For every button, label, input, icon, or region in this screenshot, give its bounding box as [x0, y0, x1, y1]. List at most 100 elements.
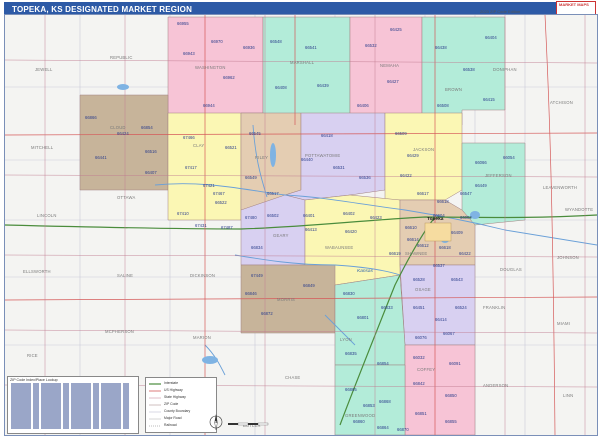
zip-label: 66970	[211, 39, 223, 44]
county-label: MARION	[193, 335, 211, 340]
zip-label: 66865	[345, 387, 357, 392]
zip-label: 66548	[270, 39, 282, 44]
zip-label: 66441	[95, 155, 107, 160]
zip-label: 66067	[443, 331, 455, 336]
map-canvas[interactable]: JEWELL REPUBLIC WASHINGTON MARSHALL NEMA…	[4, 14, 598, 436]
zip-label: 66408	[275, 85, 287, 90]
zip-label: 66439	[317, 83, 329, 88]
zip-label: 66618	[437, 199, 449, 204]
zip-label: 66619	[389, 251, 401, 256]
zip-label: 66854	[141, 125, 153, 130]
zip-label: 66402	[343, 211, 355, 216]
zip-label: 66549	[245, 175, 257, 180]
county-label: WASHINGTON	[195, 65, 226, 70]
county-label: RICE	[27, 353, 38, 358]
zip-label: 66066	[475, 160, 487, 165]
zip-label: 66531	[333, 165, 345, 170]
zip-label: 66427	[387, 79, 399, 84]
county-label: CLAY	[193, 143, 205, 148]
zip-label: 66547	[460, 191, 472, 196]
zip-label: 66429	[407, 153, 419, 158]
county-label: DONIPHAN	[493, 67, 517, 72]
zip-label: 66936	[243, 45, 255, 50]
zip-label: 67487	[221, 225, 233, 230]
county-label: OTTAWA	[117, 195, 136, 200]
zip-label: 66524	[455, 305, 467, 310]
zip-label: 66415	[483, 97, 495, 102]
zip-label: 66614	[407, 237, 419, 242]
zip-label: 66532	[365, 43, 377, 48]
county-label: ATCHISON	[550, 100, 573, 105]
county-label: ELLSWORTH	[23, 269, 51, 274]
county-label: LINN	[563, 393, 574, 398]
county-label: JOHNSON	[557, 255, 579, 260]
zip-label: 66032	[413, 355, 425, 360]
county-label: COFFEY	[417, 367, 436, 372]
zip-label: 66846	[245, 291, 257, 296]
county-label: FRANKLIN	[483, 305, 506, 310]
zip-label: 66545	[249, 131, 261, 136]
county-label: JACKSON	[413, 147, 435, 152]
zip-label: 66516	[145, 149, 157, 154]
zip-code-index: ZIP Code Index/Place Lookup	[7, 376, 139, 434]
zip-label: 66537	[433, 263, 445, 268]
zip-label: 66538	[463, 67, 475, 72]
zip-label: 66870	[397, 427, 409, 432]
zip-label: 66451	[413, 305, 425, 310]
zip-label: 67431	[195, 223, 207, 228]
zip-label: 66617	[417, 191, 429, 196]
compass-icon	[209, 414, 223, 431]
zip-label: 66962	[223, 75, 235, 80]
zip-label: 66449	[475, 183, 487, 188]
zip-label: 66541	[305, 45, 317, 50]
zip-label: 66091	[449, 361, 461, 366]
index-table	[11, 383, 129, 429]
zip-label: 66406	[357, 103, 369, 108]
county-label: REPUBLIC	[110, 55, 133, 60]
county-label: NEMAHA	[380, 63, 400, 68]
zip-label: 66522	[215, 200, 227, 205]
scale-bar	[228, 422, 269, 426]
county-label: WYANDOTTE	[565, 207, 594, 212]
zip-label: 66851	[415, 411, 427, 416]
zip-label: 67466	[183, 135, 195, 140]
county-label: LEAVENWORTH	[543, 185, 578, 190]
county-label: JEFFERSON	[485, 173, 512, 178]
county-label: MIAMI	[557, 321, 571, 326]
county-label: MITCHELL	[31, 145, 54, 150]
zip-label: 66414	[435, 317, 447, 322]
zip-label: 66835	[345, 351, 357, 356]
legend-item: Railroad	[164, 423, 177, 427]
zip-label: 67421	[203, 183, 215, 188]
topeka-urban-area	[424, 222, 452, 242]
zip-label: 66872	[261, 311, 273, 316]
zip-label: 66418	[321, 133, 333, 138]
zip-label: 66612	[417, 243, 429, 248]
county-label: LINCOLN	[37, 213, 57, 218]
zip-label: 66076	[415, 335, 427, 340]
zip-label: 66002	[460, 215, 472, 220]
county-label: SALINE	[117, 273, 134, 278]
legend-item: State Highway	[164, 395, 186, 399]
zip-label: 66543	[451, 277, 463, 282]
county-label: OSAGE	[415, 287, 431, 292]
logo-text: MARKET MAPS	[559, 2, 589, 7]
county-label: ANDERSON	[483, 383, 509, 388]
county-label: BROWN	[445, 87, 463, 92]
index-title: ZIP Code Index/Place Lookup	[10, 378, 58, 382]
zip-label: 66855	[445, 419, 457, 424]
zip-label: 66409	[451, 230, 463, 235]
zip-label: 66401	[303, 213, 315, 218]
zip-label: 66610	[405, 225, 417, 230]
zip-label: 66860	[353, 419, 365, 424]
zip-label: 66801	[357, 315, 369, 320]
zip-label: 67410	[177, 211, 189, 216]
zip-label: 66868	[379, 399, 391, 404]
zip-label: 66508	[437, 103, 449, 108]
zip-label: 66955	[177, 21, 189, 26]
zip-label: 66420	[345, 229, 357, 234]
zip-label: 66528	[413, 277, 425, 282]
county-label: RILEY	[255, 155, 269, 160]
county-label: DOUGLAS	[500, 267, 522, 272]
zip-label: 66850	[445, 393, 457, 398]
